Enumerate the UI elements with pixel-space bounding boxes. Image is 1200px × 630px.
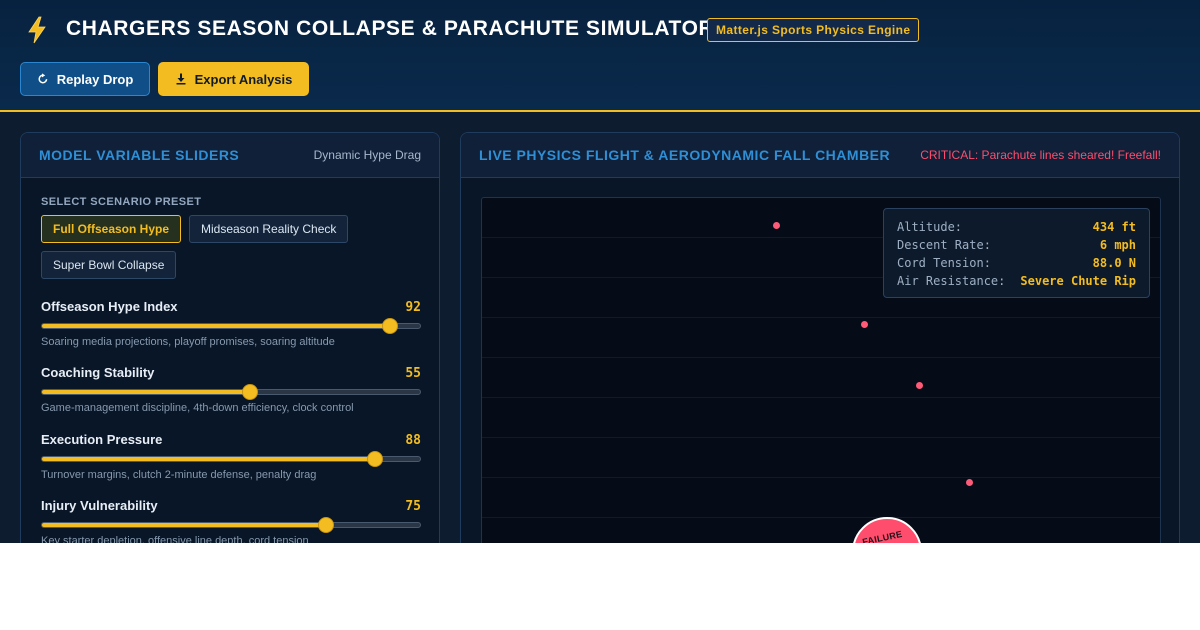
- preset-section-label: SELECT SCENARIO PRESET: [41, 196, 202, 208]
- panel-header: LIVE PHYSICS FLIGHT & AERODYNAMIC FALL C…: [461, 133, 1179, 178]
- download-icon: [176, 73, 186, 85]
- app-header: CHARGERS SEASON COLLAPSE & PARACHUTE SIM…: [0, 0, 1200, 112]
- telemetry-value: 434 ft: [1092, 220, 1136, 234]
- telemetry-key: Air Resistance:: [897, 274, 1006, 288]
- slider-value: 75: [405, 499, 421, 514]
- slider-offseason-hype: Offseason Hype Index 92 Soaring media pr…: [41, 299, 421, 359]
- failure-marker: FAILURE: [852, 517, 922, 543]
- slider-fill: [42, 523, 326, 527]
- slider-label: Coaching Stability: [41, 365, 155, 380]
- telemetry-value: 88.0 N: [1092, 256, 1136, 270]
- slider-track[interactable]: [41, 451, 421, 467]
- critical-alert: CRITICAL: Parachute lines sheared! Freef…: [920, 148, 1161, 162]
- telemetry-readout: Altitude: 434 ft Descent Rate: 6 mph Cor…: [883, 208, 1150, 298]
- replay-drop-label: Replay Drop: [56, 71, 134, 87]
- app-window: CHARGERS SEASON COLLAPSE & PARACHUTE SIM…: [0, 0, 1200, 543]
- panel-title: MODEL VARIABLE SLIDERS: [39, 147, 240, 163]
- telemetry-value: 6 mph: [1099, 238, 1136, 252]
- slider-fill: [42, 457, 375, 461]
- telemetry-key: Altitude:: [897, 220, 963, 234]
- slider-label: Injury Vulnerability: [41, 498, 158, 513]
- slider-label: Execution Pressure: [41, 432, 163, 447]
- slider-description: Turnover margins, clutch 2-minute defens…: [41, 469, 317, 481]
- panel-title: LIVE PHYSICS FLIGHT & AERODYNAMIC FALL C…: [479, 147, 891, 163]
- slider-track[interactable]: [41, 384, 421, 400]
- slider-injury-vulnerability: Injury Vulnerability 75 Key starter depl…: [41, 498, 421, 543]
- telemetry-row-cord-tension: Cord Tension: 88.0 N: [897, 254, 1136, 272]
- telemetry-key: Cord Tension:: [897, 256, 991, 270]
- telemetry-row-air-resistance: Air Resistance: Severe Chute Rip: [897, 272, 1136, 290]
- export-analysis-button[interactable]: Export Analysis: [158, 62, 309, 96]
- telemetry-row-altitude: Altitude: 434 ft: [897, 218, 1136, 236]
- debris-particle: [773, 222, 780, 229]
- app-title: CHARGERS SEASON COLLAPSE & PARACHUTE SIM…: [66, 17, 715, 40]
- fall-chamber-canvas[interactable]: FAILURE Altitude: 434 ft Descent Rate: 6…: [481, 197, 1161, 543]
- debris-particle: [916, 382, 923, 389]
- model-variable-panel: MODEL VARIABLE SLIDERS Dynamic Hype Drag…: [20, 132, 440, 543]
- slider-value: 88: [405, 433, 421, 448]
- engine-badge: Matter.js Sports Physics Engine: [707, 18, 920, 42]
- slider-thumb[interactable]: [366, 451, 383, 467]
- slider-description: Soaring media projections, playoff promi…: [41, 336, 335, 348]
- physics-chamber-panel: LIVE PHYSICS FLIGHT & AERODYNAMIC FALL C…: [460, 132, 1180, 543]
- debris-particle: [966, 479, 973, 486]
- slider-fill: [42, 324, 390, 328]
- slider-track[interactable]: [41, 517, 421, 533]
- telemetry-row-descent-rate: Descent Rate: 6 mph: [897, 236, 1136, 254]
- slider-execution-pressure: Execution Pressure 88 Turnover margins, …: [41, 432, 421, 492]
- preset-full-offseason-hype[interactable]: Full Offseason Hype: [41, 215, 182, 243]
- replay-icon: [38, 73, 48, 84]
- slider-thumb[interactable]: [241, 384, 258, 400]
- slider-thumb[interactable]: [317, 517, 334, 533]
- replay-drop-button[interactable]: Replay Drop: [20, 62, 150, 96]
- preset-midseason-reality-check[interactable]: Midseason Reality Check: [189, 215, 349, 243]
- slider-description: Game-management discipline, 4th-down eff…: [41, 402, 354, 414]
- slider-value: 92: [405, 300, 421, 315]
- failure-label: FAILURE: [861, 528, 904, 543]
- telemetry-key: Descent Rate:: [897, 238, 991, 252]
- slider-coaching-stability: Coaching Stability 55 Game-management di…: [41, 365, 421, 425]
- slider-description: Key starter depletion, offensive line de…: [41, 535, 309, 543]
- panel-subtitle: Dynamic Hype Drag: [313, 148, 421, 162]
- slider-fill: [42, 390, 250, 394]
- telemetry-value: Severe Chute Rip: [1020, 274, 1136, 288]
- debris-particle: [861, 321, 868, 328]
- lightning-bolt-icon: [28, 16, 46, 44]
- export-analysis-label: Export Analysis: [194, 71, 293, 87]
- preset-super-bowl-collapse[interactable]: Super Bowl Collapse: [41, 251, 177, 279]
- slider-label: Offseason Hype Index: [41, 299, 178, 314]
- panel-header: MODEL VARIABLE SLIDERS Dynamic Hype Drag: [21, 133, 439, 178]
- slider-value: 55: [405, 366, 421, 381]
- slider-track[interactable]: [41, 318, 421, 334]
- slider-thumb[interactable]: [381, 318, 398, 334]
